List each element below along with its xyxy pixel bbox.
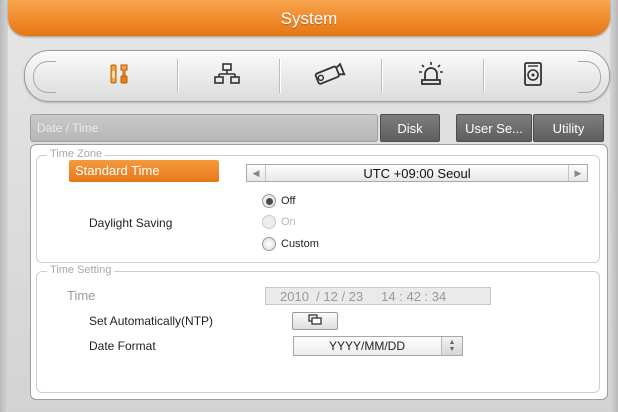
radio-off[interactable] bbox=[262, 194, 276, 208]
chevron-down-icon[interactable]: ▼ bbox=[449, 346, 456, 353]
time-setting-group: Time Setting Time 2010 / 12 / 23 14 : 42… bbox=[36, 264, 600, 393]
camera-button[interactable] bbox=[279, 57, 379, 95]
ntp-settings-button[interactable] bbox=[292, 312, 338, 330]
camera-icon bbox=[312, 62, 346, 91]
time-zone-prev-arrow-icon[interactable]: ◀ bbox=[247, 165, 266, 181]
window-icon bbox=[308, 312, 322, 330]
disk-button[interactable] bbox=[483, 57, 583, 95]
window-frame-right bbox=[610, 0, 618, 412]
daylight-on-option: On bbox=[262, 213, 296, 231]
date-time-panel: Time Zone Standard Time ◀ UTC +09:00 Seo… bbox=[30, 144, 608, 400]
daylight-off-option[interactable]: Off bbox=[262, 192, 295, 210]
daylight-custom-option[interactable]: Custom bbox=[262, 235, 319, 253]
tools-icon bbox=[107, 62, 131, 91]
daylight-saving-label: Daylight Saving bbox=[89, 216, 173, 230]
system-window: System Date / Time Disk User Se... Utili… bbox=[0, 0, 618, 412]
radio-on bbox=[262, 215, 276, 229]
date-format-label: Date Format bbox=[89, 339, 156, 353]
alarm-button[interactable] bbox=[381, 57, 481, 95]
window-frame-left bbox=[0, 0, 8, 412]
chevron-up-icon[interactable]: ▲ bbox=[449, 339, 456, 346]
alarm-icon bbox=[418, 61, 444, 92]
radio-off-label: Off bbox=[281, 195, 296, 207]
date-format-spinner[interactable]: ▲ ▼ bbox=[441, 337, 462, 355]
network-icon bbox=[214, 62, 240, 91]
category-toolbar bbox=[24, 50, 610, 102]
title-bar: System bbox=[8, 0, 610, 36]
tab-disk[interactable]: Disk bbox=[380, 114, 440, 142]
network-button[interactable] bbox=[177, 57, 277, 95]
tab-utility[interactable]: Utility bbox=[533, 114, 604, 142]
time-zone-next-arrow-icon[interactable]: ▶ bbox=[568, 165, 587, 181]
settings-tabs: Date / Time Disk User Se... Utility bbox=[30, 114, 604, 142]
time-field: 2010 / 12 / 23 14 : 42 : 34 bbox=[265, 287, 491, 305]
radio-custom-label: Custom bbox=[281, 238, 319, 250]
window-title: System bbox=[280, 9, 338, 28]
toolbar-left-cap bbox=[33, 61, 56, 93]
time-zone-legend: Time Zone bbox=[47, 148, 106, 160]
date-format-value: YYYY/MM/DD bbox=[328, 339, 405, 353]
radio-on-label: On bbox=[281, 216, 296, 228]
date-format-select[interactable]: YYYY/MM/DD ▲ ▼ bbox=[293, 336, 463, 356]
radio-custom[interactable] bbox=[262, 237, 276, 251]
time-zone-selector[interactable]: ◀ UTC +09:00 Seoul ▶ bbox=[246, 164, 588, 182]
tab-date-time[interactable]: Date / Time bbox=[30, 114, 378, 142]
time-zone-group: Time Zone Standard Time ◀ UTC +09:00 Seo… bbox=[36, 148, 600, 263]
tab-date-time-label: Date / Time bbox=[37, 121, 99, 135]
tools-button[interactable] bbox=[69, 57, 169, 95]
ntp-label: Set Automatically(NTP) bbox=[89, 314, 214, 328]
tab-user-settings[interactable]: User Se... bbox=[456, 114, 532, 142]
standard-time-label: Standard Time bbox=[69, 160, 219, 182]
time-zone-value: UTC +09:00 Seoul bbox=[363, 166, 471, 181]
time-label: Time bbox=[67, 288, 96, 303]
disk-icon bbox=[523, 61, 543, 91]
time-setting-legend: Time Setting bbox=[47, 264, 115, 276]
